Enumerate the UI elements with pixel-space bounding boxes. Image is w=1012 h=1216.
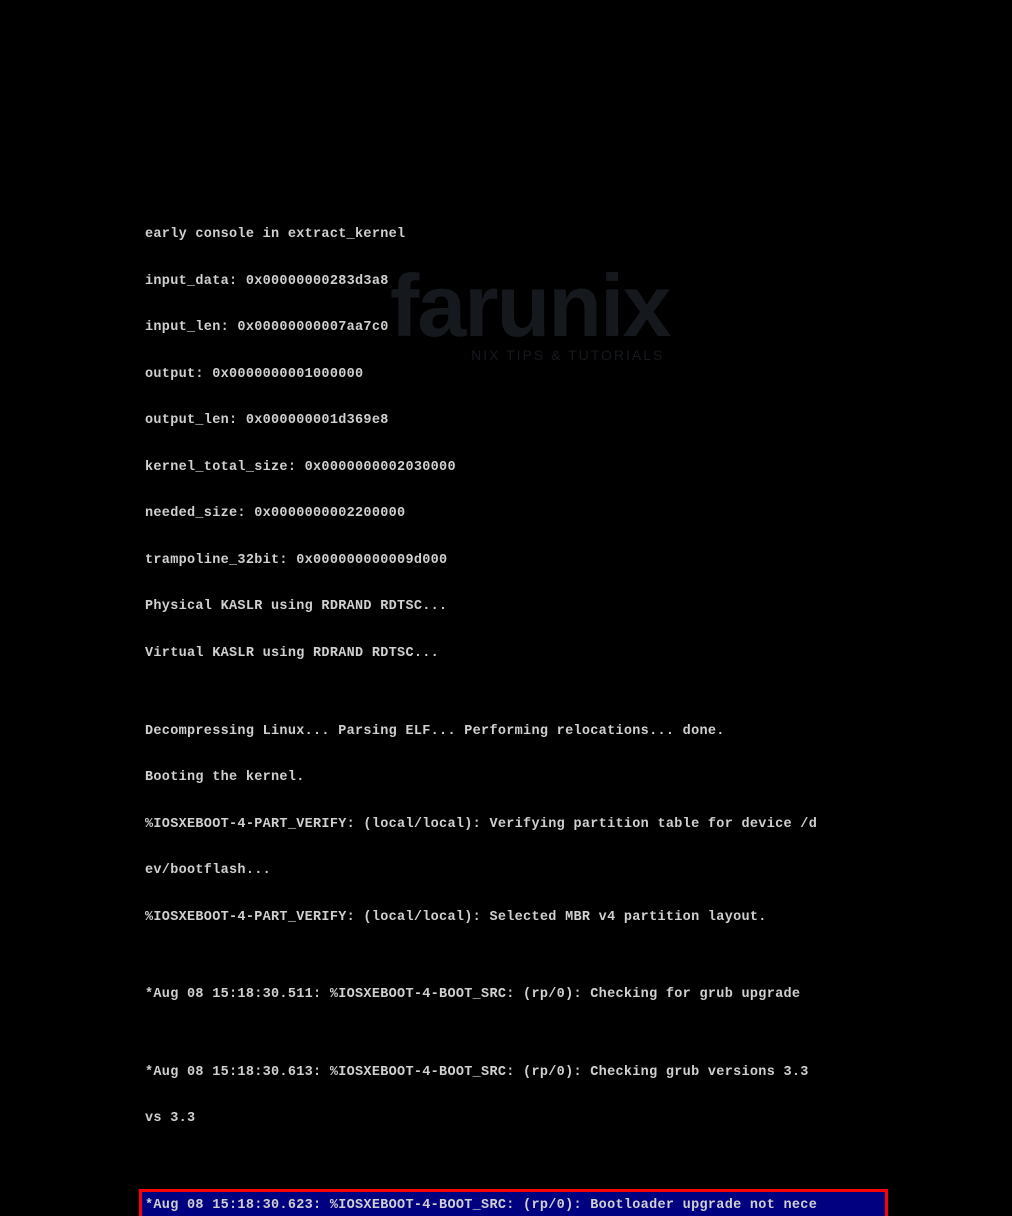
boot-line: %IOSXEBOOT-4-PART_VERIFY: (local/local):… [145, 910, 882, 926]
boot-line: trampoline_32bit: 0x000000000009d000 [145, 553, 882, 569]
boot-line: vs 3.3 [145, 1111, 882, 1127]
boot-line: needed_size: 0x0000000002200000 [145, 506, 882, 522]
boot-line: Booting the kernel. [145, 770, 882, 786]
boot-line: Virtual KASLR using RDRAND RDTSC... [145, 646, 882, 662]
boot-terminal: early console in extract_kernel input_da… [145, 165, 882, 1216]
boot-line: output_len: 0x000000001d369e8 [145, 413, 882, 429]
highlighted-boot-line: *Aug 08 15:18:30.623: %IOSXEBOOT-4-BOOT_… [139, 1189, 888, 1216]
boot-line: input_len: 0x00000000007aa7c0 [145, 320, 882, 336]
boot-line: output: 0x0000000001000000 [145, 367, 882, 383]
boot-line: Physical KASLR using RDRAND RDTSC... [145, 599, 882, 615]
boot-line: early console in extract_kernel [145, 227, 882, 243]
boot-line: input_data: 0x00000000283d3a8 [145, 274, 882, 290]
boot-line: %IOSXEBOOT-4-PART_VERIFY: (local/local):… [145, 817, 882, 833]
terminal-content: early console in extract_kernel input_da… [145, 196, 882, 1216]
boot-line: ev/bootflash... [145, 863, 882, 879]
boot-line: Decompressing Linux... Parsing ELF... Pe… [145, 724, 882, 740]
boot-line: kernel_total_size: 0x0000000002030000 [145, 460, 882, 476]
boot-line: *Aug 08 15:18:30.511: %IOSXEBOOT-4-BOOT_… [145, 987, 882, 1003]
boot-line: *Aug 08 15:18:30.613: %IOSXEBOOT-4-BOOT_… [145, 1065, 882, 1081]
